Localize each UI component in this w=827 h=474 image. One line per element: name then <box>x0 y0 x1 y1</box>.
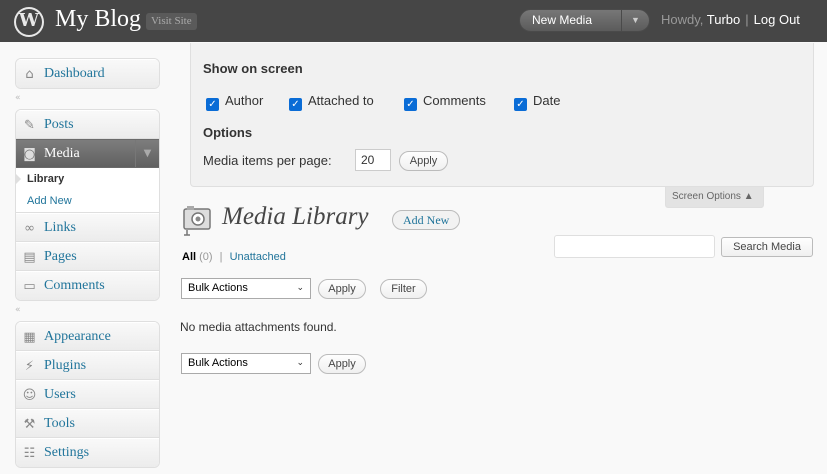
menu-dashboard[interactable]: ⌂ Dashboard <box>16 59 159 88</box>
empty-message: No media attachments found. <box>180 320 337 334</box>
menu-group-dashboard: ⌂ Dashboard <box>15 58 160 89</box>
show-on-screen-heading: Show on screen <box>203 61 303 76</box>
menu-separator[interactable]: « <box>15 305 160 315</box>
plug-icon: ⚡ <box>24 359 35 374</box>
pushpin-icon: ✎ <box>24 118 35 133</box>
speech-bubble-icon: ▭ <box>23 279 36 294</box>
media-submenu: Library Add New <box>16 168 159 213</box>
attached-to-checkbox[interactable]: ✓ Attached to <box>289 93 374 111</box>
page-icon: ▤ <box>23 250 36 265</box>
settings-icon: ☷ <box>23 446 36 461</box>
bulk-actions-select-bottom[interactable]: Bulk Actions ⌄ <box>181 353 311 374</box>
menu-plugins[interactable]: ⚡ Plugins <box>16 351 159 380</box>
media-filter-links: All (0) | Unattached <box>182 251 286 263</box>
dropdown-arrow-icon[interactable]: ▼ <box>621 10 649 31</box>
menu-links[interactable]: ∞ Links <box>16 213 159 242</box>
tools-icon: ⚒ <box>23 417 36 432</box>
comments-checkbox[interactable]: ✓ Comments <box>404 93 486 111</box>
menu-tools-label: Tools <box>44 416 75 431</box>
home-icon: ⌂ <box>25 67 34 82</box>
checkmark-icon[interactable]: ✓ <box>514 98 527 111</box>
search-media-button[interactable]: Search Media <box>721 237 813 257</box>
menu-tools[interactable]: ⚒ Tools <box>16 409 159 438</box>
chevron-down-icon: ⌄ <box>296 358 304 368</box>
submenu-toggle-icon[interactable]: ▼ <box>135 140 159 167</box>
visit-site-button[interactable]: Visit Site <box>146 13 197 30</box>
user-info: Howdy, Turbo | Log Out <box>661 12 800 27</box>
admin-header: W My Blog Visit Site New Media ▼ Howdy, … <box>0 0 827 42</box>
submenu-add-new[interactable]: Add New <box>16 190 159 212</box>
per-page-input[interactable]: 20 <box>355 149 391 171</box>
screen-options-apply-button[interactable]: Apply <box>399 151 448 171</box>
menu-comments[interactable]: ▭ Comments <box>16 271 159 300</box>
filter-all-link[interactable]: All <box>182 251 196 263</box>
apply-button-bottom[interactable]: Apply <box>318 354 366 374</box>
menu-appearance[interactable]: ▦ Appearance <box>16 322 159 351</box>
filter-separator: | <box>219 251 223 263</box>
menu-comments-label: Comments <box>44 278 105 293</box>
menu-users-label: Users <box>44 387 76 402</box>
menu-group-content: ✎ Posts ◙ Media ▼ Library Add New ∞ Link… <box>15 109 160 301</box>
search-input[interactable] <box>554 235 715 258</box>
submenu-library[interactable]: Library <box>16 168 159 190</box>
menu-users[interactable]: ☺ Users <box>16 380 159 409</box>
wordpress-logo-icon: W <box>14 7 44 37</box>
camera-icon: ◙ <box>23 147 36 162</box>
checkmark-icon[interactable]: ✓ <box>289 98 302 111</box>
menu-dashboard-label: Dashboard <box>44 66 105 81</box>
bulk-actions-bottom-label: Bulk Actions <box>188 357 248 369</box>
filter-button[interactable]: Filter <box>380 279 427 299</box>
media-library-icon <box>183 206 211 236</box>
menu-posts-label: Posts <box>44 117 74 132</box>
menu-settings-label: Settings <box>44 445 90 460</box>
date-checkbox[interactable]: ✓ Date <box>514 93 560 111</box>
menu-posts[interactable]: ✎ Posts <box>16 110 159 139</box>
options-heading: Options <box>203 125 253 140</box>
bulk-actions-top-label: Bulk Actions <box>188 282 248 294</box>
filter-all-count: (0) <box>199 251 213 263</box>
howdy-label: Howdy, <box>661 12 704 27</box>
menu-media-label: Media <box>44 146 80 161</box>
screen-options-panel: Show on screen ✓ Author ✓ Attached to ✓ Com… <box>190 43 814 187</box>
screen-options-tab[interactable]: Screen Options ▲ <box>665 187 764 208</box>
bulk-actions-select-top[interactable]: Bulk Actions ⌄ <box>181 278 311 299</box>
menu-separator[interactable]: « <box>15 93 160 103</box>
add-new-button[interactable]: Add New <box>392 210 461 230</box>
menu-group-settings: ▦ Appearance ⚡ Plugins ☺ Users ⚒ Tools ☷… <box>15 321 160 468</box>
menu-appearance-label: Appearance <box>44 329 111 344</box>
log-out-link[interactable]: Log Out <box>754 12 800 27</box>
link-icon: ∞ <box>24 221 35 236</box>
checkmark-icon[interactable]: ✓ <box>206 98 219 111</box>
menu-settings[interactable]: ☷ Settings <box>16 438 159 467</box>
appearance-icon: ▦ <box>23 330 36 345</box>
apply-button-top[interactable]: Apply <box>318 279 366 299</box>
menu-plugins-label: Plugins <box>44 358 87 373</box>
new-media-button[interactable]: New Media <box>532 10 592 31</box>
menu-pages-label: Pages <box>44 249 77 264</box>
menu-media[interactable]: ◙ Media ▼ <box>16 139 159 168</box>
checkmark-icon[interactable]: ✓ <box>404 98 417 111</box>
site-title: My Blog <box>55 6 142 32</box>
per-page-label: Media items per page: <box>203 153 332 168</box>
user-name-link[interactable]: Turbo <box>707 12 740 27</box>
filter-unattached-link[interactable]: Unattached <box>230 251 286 263</box>
page-title: Media Library <box>222 203 369 230</box>
favorite-actions-dropdown[interactable]: New Media ▼ <box>519 9 650 32</box>
chevron-down-icon: ⌄ <box>296 283 304 293</box>
users-icon: ☺ <box>22 388 37 403</box>
author-checkbox[interactable]: ✓ Author <box>206 93 263 111</box>
menu-pages[interactable]: ▤ Pages <box>16 242 159 271</box>
menu-links-label: Links <box>44 220 76 235</box>
